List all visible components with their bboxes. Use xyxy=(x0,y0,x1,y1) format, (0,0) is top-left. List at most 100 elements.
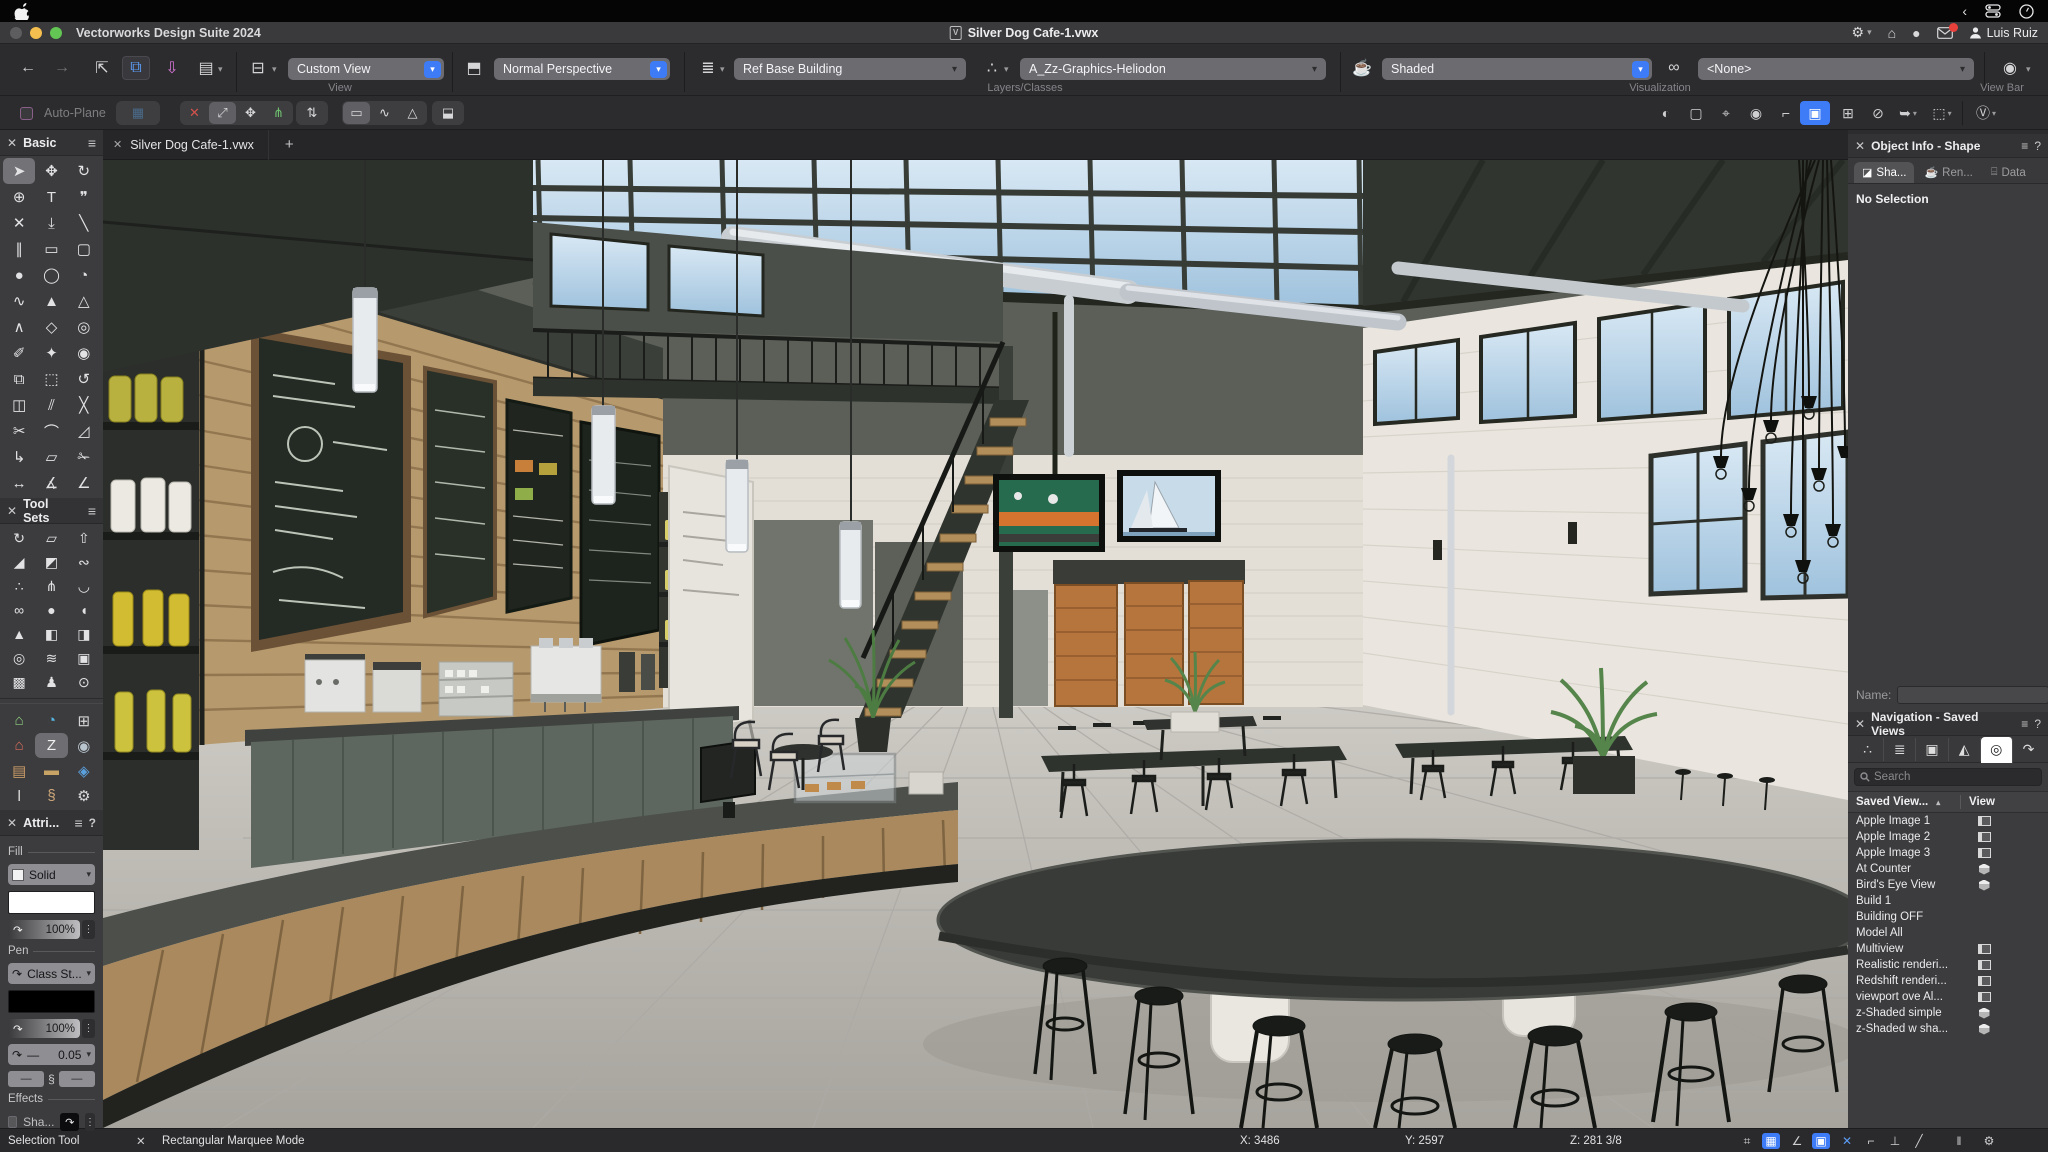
line-end-marker[interactable]: — xyxy=(59,1071,95,1087)
palette-menu-icon[interactable]: ≡ xyxy=(2021,717,2028,731)
3d-tool[interactable]: ◨ xyxy=(68,622,100,646)
fill-opacity-control[interactable]: ↷100% ⋮ xyxy=(8,920,95,939)
user-account[interactable]: Luis Ruiz xyxy=(1969,26,2038,40)
basic-tool[interactable]: ↳ xyxy=(3,444,35,470)
line-weight-dropdown[interactable]: ↷— 0.05 ▾ xyxy=(8,1044,95,1065)
tool-set-category[interactable]: ◈ xyxy=(68,758,100,783)
pen-color-well[interactable] xyxy=(8,990,95,1013)
palette-menu-icon[interactable]: ≡ xyxy=(88,503,96,519)
basic-tool[interactable]: △ xyxy=(68,288,100,314)
basic-tool[interactable]: ✂ xyxy=(3,418,35,444)
palette-menu-icon[interactable]: ≡ xyxy=(2021,139,2028,153)
3d-tool[interactable]: ♟ xyxy=(35,670,67,694)
3d-tool[interactable]: ◎ xyxy=(3,646,35,670)
basic-tool[interactable]: ∠ xyxy=(68,470,100,496)
3d-tool[interactable]: ∴ xyxy=(3,574,35,598)
navigation-tab[interactable]: ▣ xyxy=(1916,738,1948,761)
contrast-icon[interactable]: ◐ xyxy=(1652,101,1680,125)
snapping-settings-gear-icon[interactable]: ⚙ xyxy=(1978,1129,2000,1152)
3d-tool[interactable]: ▲ xyxy=(3,622,35,646)
messages-icon[interactable] xyxy=(1937,27,1953,39)
layer-dropdown[interactable]: Ref Base Building▾ xyxy=(734,58,966,80)
basic-tool[interactable]: ✦ xyxy=(35,340,67,366)
basic-tool[interactable]: ❞ xyxy=(68,184,100,210)
snap-object-icon[interactable]: ▦ xyxy=(1762,1133,1780,1149)
basic-tool[interactable]: ▱ xyxy=(35,444,67,470)
object-info-tab[interactable]: ☕Ren... xyxy=(1916,162,1980,183)
home-icon[interactable]: ⌂ xyxy=(1888,25,1896,41)
tool-set-category[interactable]: § xyxy=(35,783,67,808)
camera-eye-icon[interactable]: ◉ xyxy=(1742,101,1770,125)
stories-button[interactable]: ⇩ xyxy=(158,56,186,80)
snap-distance-icon[interactable]: ⌐ xyxy=(1860,1129,1882,1152)
saved-view-row[interactable]: Model All xyxy=(1848,925,2048,941)
basic-tool[interactable]: ⫽ xyxy=(35,392,67,418)
unified-view-button[interactable]: ⧉ xyxy=(122,56,150,80)
close-icon[interactable]: ✕ xyxy=(1855,717,1865,731)
classes-icon-button[interactable]: ∴ xyxy=(978,56,1006,80)
navigation-tab[interactable]: ◭ xyxy=(1949,738,1981,761)
navigation-tab[interactable]: ≣ xyxy=(1884,738,1916,761)
3d-axis-mode[interactable]: ⋔ xyxy=(265,102,292,124)
tool-set-category[interactable]: ▤ xyxy=(3,758,35,783)
tool-set-category[interactable]: Z xyxy=(35,733,67,758)
3d-tool[interactable]: ↻ xyxy=(3,526,35,550)
selection-depth-button[interactable]: ⬓ xyxy=(432,101,464,125)
window-minimize-button[interactable] xyxy=(30,27,42,39)
object-info-tab[interactable]: ◪Sha... xyxy=(1854,162,1914,183)
basic-tool[interactable]: ◫ xyxy=(3,392,35,418)
shadow-checkbox[interactable] xyxy=(8,1116,17,1128)
clock-icon[interactable] xyxy=(2019,4,2034,19)
tool-set-category[interactable]: ⌂ xyxy=(3,733,35,758)
help-icon[interactable]: ? xyxy=(2034,717,2041,731)
multi-view-panes-icon[interactable]: ⊞ xyxy=(1834,101,1862,125)
basic-tool[interactable]: T xyxy=(35,184,67,210)
basic-tool[interactable]: ➤ xyxy=(3,158,35,184)
close-icon[interactable]: ✕ xyxy=(7,504,17,518)
new-tab-button[interactable]: + xyxy=(285,136,294,153)
render-teapot-icon[interactable]: ☕ xyxy=(1348,56,1376,80)
3d-tool[interactable]: ⋔ xyxy=(35,574,67,598)
basic-tool[interactable]: ✁ xyxy=(68,444,100,470)
basic-tool[interactable]: ↺ xyxy=(68,366,100,392)
tool-set-category[interactable]: ◉ xyxy=(68,733,100,758)
3d-tool[interactable]: ▩ xyxy=(3,670,35,694)
basic-tool[interactable]: ◿ xyxy=(68,418,100,444)
pause-snapping-icon[interactable]: ‖ xyxy=(1948,1129,1970,1152)
snap-intersection-icon[interactable]: ✕ xyxy=(1836,1129,1858,1152)
saved-view-row[interactable]: Bird's Eye View xyxy=(1848,877,2048,893)
basic-tool[interactable]: ↔ xyxy=(3,470,35,496)
pen-opacity-control[interactable]: ↷100% ⋮ xyxy=(8,1019,95,1038)
saved-view-row[interactable]: Building OFF xyxy=(1848,909,2048,925)
saved-view-row[interactable]: z-Shaded w sha... xyxy=(1848,1021,2048,1037)
render-mode-dropdown[interactable]: Shaded▾ xyxy=(1382,58,1652,80)
forward-arrow-button[interactable]: → xyxy=(48,56,76,80)
selection-highlight-icon[interactable]: ⬚▾ xyxy=(1928,101,1956,125)
close-icon[interactable]: ✕ xyxy=(1855,139,1865,153)
fill-color-well[interactable] xyxy=(8,891,95,914)
3d-tool[interactable]: ≋ xyxy=(35,646,67,670)
basic-tool[interactable]: ⊕ xyxy=(3,184,35,210)
ruler-icon[interactable]: ⌐ xyxy=(1772,101,1800,125)
filter-dropdown[interactable]: <None>▾ xyxy=(1698,58,1974,80)
help-icon[interactable]: ? xyxy=(2034,139,2041,153)
asymmetric-scaling-mode[interactable]: ✥ xyxy=(237,102,264,124)
drag-mode-button[interactable]: ⇅ xyxy=(296,101,328,125)
flyover-origin-icon[interactable]: ➥▾ xyxy=(1894,101,1922,125)
basic-tool[interactable]: ↻ xyxy=(68,158,100,184)
3d-tool[interactable]: ● xyxy=(35,598,67,622)
saved-view-row[interactable]: Apple Image 1 xyxy=(1848,813,2048,829)
basic-tool[interactable]: ▲ xyxy=(35,288,67,314)
navigation-tab[interactable]: ∴ xyxy=(1852,738,1884,761)
3d-tool[interactable]: ⊙ xyxy=(68,670,100,694)
projection-cube-button[interactable]: ⬒ xyxy=(460,56,488,80)
snap-tangent-icon[interactable]: ⊥ xyxy=(1884,1129,1906,1152)
close-tab-icon[interactable]: ✕ xyxy=(113,138,122,151)
view-table-button[interactable]: ⊟ xyxy=(244,56,272,80)
3d-tool[interactable]: ∞ xyxy=(3,598,35,622)
snap-angle-icon[interactable]: ∠ xyxy=(1786,1129,1808,1152)
saved-view-row[interactable]: Apple Image 3 xyxy=(1848,845,2048,861)
shadow-style-button[interactable]: ↷ xyxy=(60,1113,79,1131)
3d-tool[interactable]: ▣ xyxy=(68,646,100,670)
status-dot-icon[interactable]: ● xyxy=(1912,25,1920,41)
